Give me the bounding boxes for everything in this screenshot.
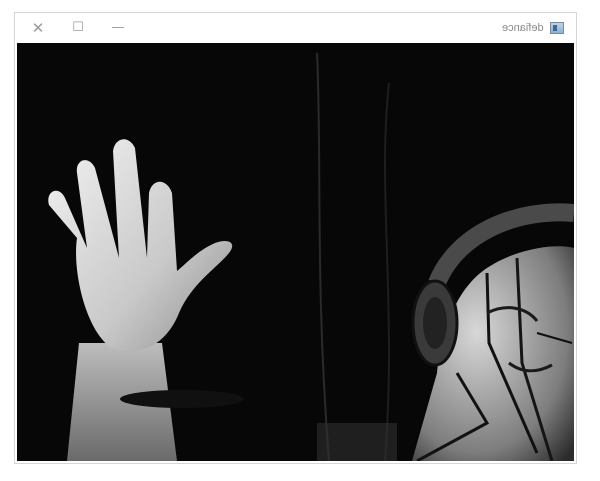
camera-frame-image [17,43,574,461]
video-frame [17,43,574,461]
window-title-group: defiance [502,20,564,36]
title-bar[interactable]: ✕ ☐ — defiance [15,13,576,43]
close-icon[interactable]: ✕ [27,18,49,38]
window-title: defiance [502,22,544,34]
app-window-icon [550,22,564,34]
app-window: ✕ ☐ — defiance [14,12,577,464]
minimize-icon[interactable]: — [107,18,129,38]
shadow-blob [120,390,244,408]
maximize-icon[interactable]: ☐ [67,18,89,38]
background-object [317,423,397,461]
